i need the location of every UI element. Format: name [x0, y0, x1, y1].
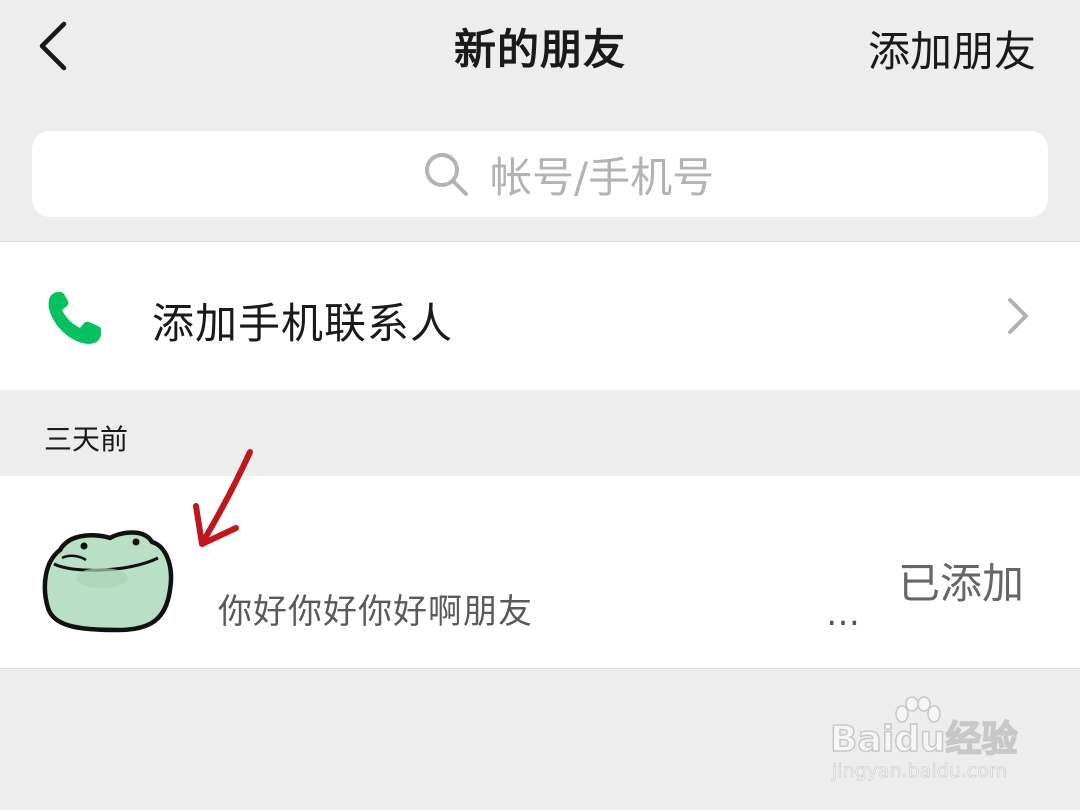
annotation-arrow-icon	[193, 449, 253, 547]
friend-request-message: 你好你好你好啊朋友	[218, 592, 533, 632]
search-icon	[425, 153, 468, 196]
add-phone-contacts-label: 添加手机联系人	[152, 299, 454, 348]
ellipsis-icon: …	[826, 594, 862, 634]
status-badge: 已添加	[897, 559, 1024, 608]
section-header: 三天前	[44, 423, 129, 456]
friend-request-item[interactable]: 你好你好你好啊朋友 … 已添加	[0, 476, 1080, 669]
avatar[interactable]	[40, 524, 180, 636]
search-input[interactable]: 帐号/手机号	[32, 131, 1048, 217]
watermark-logo: Baidu经验 jingyan.baidu.com	[826, 696, 1036, 790]
add-phone-contacts-item[interactable]: 添加手机联系人	[0, 241, 1080, 390]
search-hint: 帐号/手机号	[422, 149, 714, 202]
search-placeholder: 帐号/手机号	[490, 152, 715, 202]
watermark-url: jingyan.baidu.com	[832, 760, 1008, 783]
navigation-bar: 新的朋友 添加朋友	[0, 0, 1080, 96]
new-friends-screen: 新的朋友 添加朋友 帐号/手机号 添加手机联系人 三天前 你好你好你好啊朋友 ……	[0, 0, 1080, 810]
phone-icon	[48, 292, 101, 344]
add-friend-button[interactable]: 添加朋友	[868, 18, 1036, 79]
watermark-logo-text: Baidu经验	[829, 718, 1018, 761]
chevron-right-icon	[1008, 298, 1028, 334]
